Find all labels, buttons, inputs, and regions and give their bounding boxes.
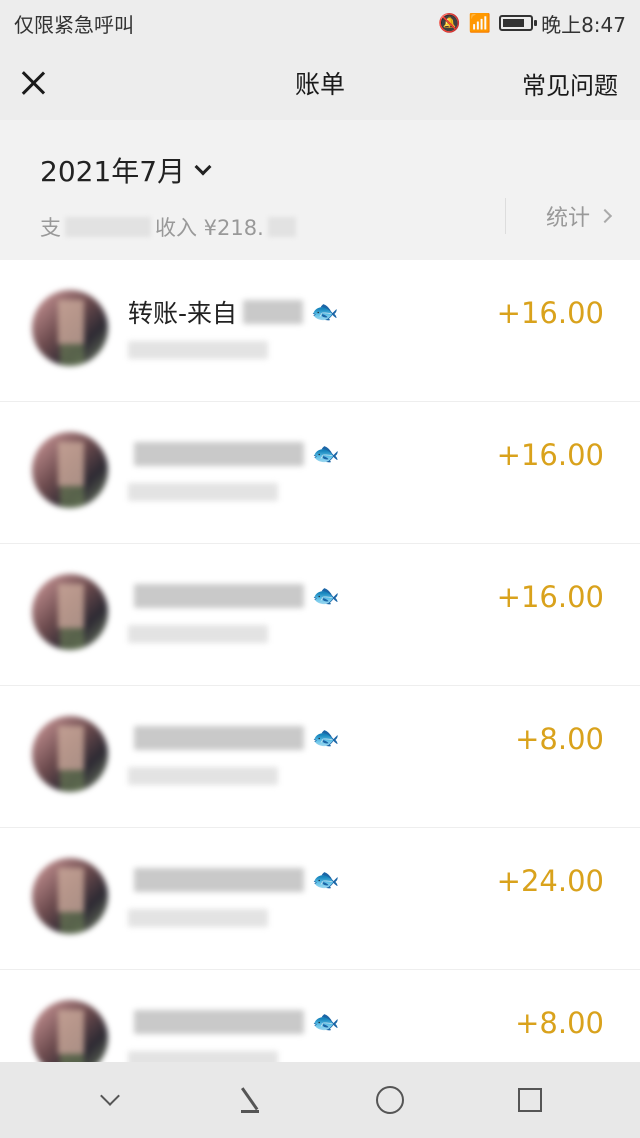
avatar (32, 432, 108, 508)
transaction-amount: +16.00 (496, 296, 604, 330)
nav-bar: 账单 常见问题 (0, 46, 640, 120)
redacted-name (134, 442, 304, 466)
redacted-name (134, 726, 304, 750)
expense-label: 支 (40, 216, 61, 240)
fish-icon: 🐟 (312, 1009, 340, 1035)
fish-icon: 🐟 (312, 725, 340, 751)
transaction-list: 转账-来自 🐟 +16.00 🐟 +16.00 🐟 +16.00 🐟 +8.00 🐟 +24.00 🐟… (0, 260, 640, 1112)
stats-label: 统计 (545, 206, 590, 231)
redacted-name (134, 1010, 304, 1034)
avatar (32, 290, 108, 366)
avatar (32, 574, 108, 650)
redacted-time (128, 909, 268, 927)
wifi-icon: 📶 (468, 12, 492, 34)
transaction-title-text: 转账-来自 (128, 299, 238, 328)
transaction-row[interactable]: 🐟 +24.00 (0, 828, 640, 970)
back-button[interactable] (228, 1078, 272, 1122)
income-amount-redacted (267, 217, 296, 237)
redacted-name (243, 300, 304, 324)
chevron-right-icon (597, 208, 613, 224)
fish-icon: 🐟 (312, 867, 340, 893)
avatar (32, 716, 108, 792)
hide-nav-button[interactable] (88, 1078, 132, 1122)
fish-icon: 🐟 (312, 583, 340, 609)
month-picker[interactable]: 2021年7月 (40, 150, 212, 190)
transaction-time (128, 480, 604, 504)
system-navigation-bar (0, 1062, 640, 1138)
redacted-name (134, 584, 304, 608)
back-triangle-icon (239, 1087, 261, 1113)
fish-icon: 🐟 (311, 299, 339, 325)
bill-summary: 2021年7月 支 收入 ¥218. 统计 (0, 120, 640, 260)
redacted-name (134, 868, 304, 892)
chevron-down-icon (194, 158, 212, 176)
redacted-time (128, 341, 268, 359)
transaction-time (128, 338, 604, 362)
transaction-row[interactable]: 🐟 +8.00 (0, 686, 640, 828)
battery-icon (499, 15, 538, 31)
transaction-time (128, 906, 604, 930)
recent-square-icon (518, 1088, 542, 1112)
transaction-row[interactable]: 🐟 +16.00 (0, 544, 640, 686)
faq-link[interactable]: 常见问题 (522, 66, 618, 101)
home-button[interactable] (368, 1078, 412, 1122)
redacted-time (128, 767, 278, 785)
recent-apps-button[interactable] (508, 1078, 552, 1122)
clock-text: 晚上8:47 (541, 12, 626, 37)
status-bar: 仅限紧急呼叫 🔕 📶 晚上8:47 (0, 0, 640, 46)
transaction-amount: +24.00 (496, 864, 604, 898)
bill-screen: 仅限紧急呼叫 🔕 📶 晚上8:47 账单 常见问题 2021年7月 支 收入 ¥… (0, 0, 640, 1138)
mute-icon: 🔕 (438, 12, 461, 34)
transaction-amount: +8.00 (515, 1006, 604, 1040)
redacted-time (128, 625, 268, 643)
carrier-text: 仅限紧急呼叫 (14, 12, 134, 37)
income-label: 收入 ¥218. (155, 216, 264, 240)
redacted-time (128, 483, 278, 501)
month-label: 2021年7月 (40, 155, 186, 188)
transaction-amount: +8.00 (515, 722, 604, 756)
transaction-amount: +16.00 (496, 438, 604, 472)
close-icon[interactable] (20, 70, 46, 96)
battery-fill (503, 19, 524, 27)
transaction-time (128, 764, 604, 788)
chevron-down-icon (100, 1086, 120, 1106)
home-circle-icon (376, 1086, 404, 1114)
status-icons: 🔕 📶 晚上8:47 (438, 9, 626, 38)
stats-button[interactable]: 统计 (504, 198, 613, 234)
transaction-time (128, 622, 604, 646)
transaction-row[interactable]: 转账-来自 🐟 +16.00 (0, 260, 640, 402)
transaction-row[interactable]: 🐟 +16.00 (0, 402, 640, 544)
fish-icon: 🐟 (312, 441, 340, 467)
avatar (32, 858, 108, 934)
transaction-amount: +16.00 (496, 580, 604, 614)
expense-amount-redacted (65, 217, 151, 237)
